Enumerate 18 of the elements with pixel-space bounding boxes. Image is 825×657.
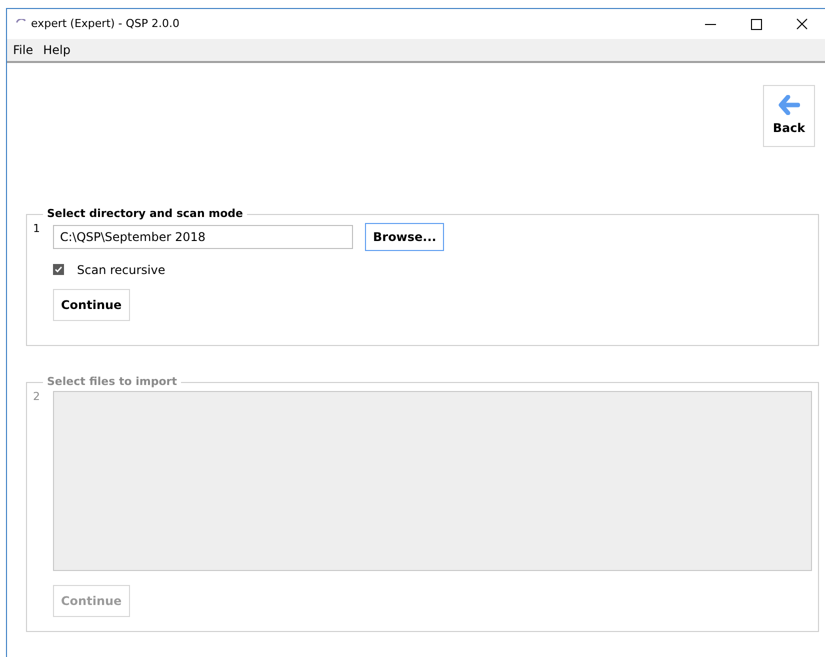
browse-button[interactable]: Browse... [365, 222, 444, 250]
window-title: expert (Expert) - QSP 2.0.0 [31, 16, 180, 32]
step-number: 2 [33, 388, 41, 404]
close-icon [796, 18, 808, 30]
loading-icon [16, 19, 26, 23]
checkbox[interactable] [53, 264, 64, 275]
menu-item[interactable]: Help [38, 41, 76, 59]
continue-button[interactable]: Continue [53, 288, 130, 320]
step-number: 1 [33, 220, 41, 236]
check-icon [54, 265, 63, 274]
group-title: Select directory and scan mode [46, 206, 244, 222]
menu-item[interactable]: File [8, 41, 38, 59]
checkbox-label: Scan recursive [77, 262, 166, 278]
directory-field[interactable]: C:\QSP\September 2018 [53, 224, 353, 248]
maximize-icon [750, 18, 762, 30]
back-button[interactable]: Back [763, 85, 815, 147]
group-title: Select files to import [46, 374, 178, 390]
arrow-left-icon [778, 95, 800, 115]
